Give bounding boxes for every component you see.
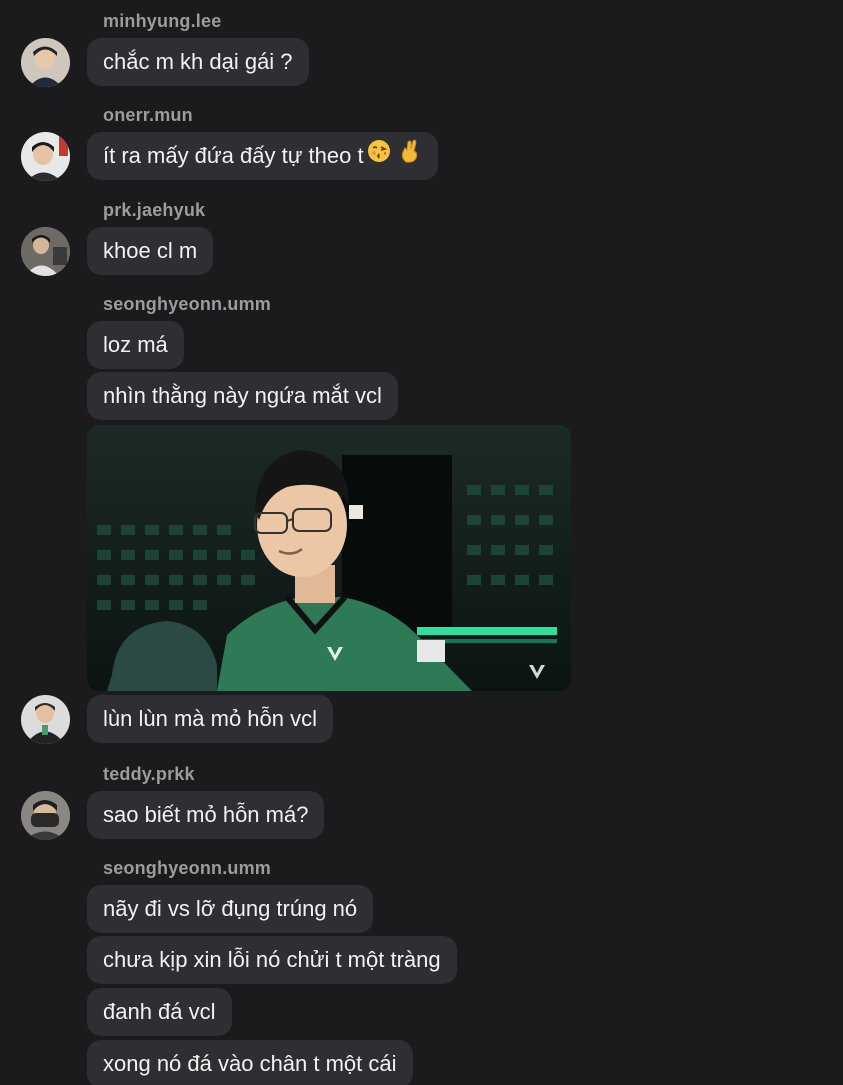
message-text: ít ra mấy đứa đấy tự theo t — [103, 143, 364, 168]
crossed-fingers-icon — [398, 133, 422, 181]
message-text: nãy đi vs lỡ đụng trúng nó — [103, 896, 358, 921]
sender-name[interactable]: minhyung.lee — [103, 10, 221, 32]
avatar-person-icon — [21, 132, 70, 181]
message-bubble[interactable]: chắc m kh dại gái ? — [87, 38, 309, 86]
message-text: loz má — [103, 332, 168, 357]
avatar[interactable] — [21, 38, 70, 87]
avatar[interactable] — [21, 695, 70, 744]
message-text: chắc m kh dại gái ? — [103, 49, 293, 74]
face-blowing-kiss-icon — [366, 133, 392, 181]
avatar-person-icon — [21, 227, 70, 276]
message-bubble[interactable]: xong nó đá vào chân t một cái — [87, 1040, 413, 1085]
sender-name[interactable]: seonghyeonn.umm — [103, 293, 271, 315]
avatar-person-icon — [21, 695, 70, 744]
message-bubble[interactable]: nãy đi vs lỡ đụng trúng nó — [87, 885, 374, 933]
message-text: sao biết mỏ hỗn má? — [103, 802, 309, 827]
message-bubble[interactable]: chưa kịp xin lỗi nó chửi t một tràng — [87, 936, 457, 984]
message-text: xong nó đá vào chân t một cái — [103, 1051, 397, 1076]
message-text: nhìn thằng này ngứa mắt vcl — [103, 383, 382, 408]
message-text: chưa kịp xin lỗi nó chửi t một tràng — [103, 947, 441, 972]
shared-photo[interactable] — [87, 425, 571, 691]
avatar-person-icon — [21, 38, 70, 87]
avatar[interactable] — [21, 791, 70, 840]
sender-name[interactable]: teddy.prkk — [103, 763, 195, 785]
photo-image — [87, 425, 571, 691]
message-bubble[interactable]: nhìn thằng này ngứa mắt vcl — [87, 372, 398, 420]
message-bubble[interactable]: loz má — [87, 321, 184, 369]
message-text: khoe cl m — [103, 238, 198, 263]
message-bubble[interactable]: ít ra mấy đứa đấy tự theo t — [87, 132, 438, 180]
avatar[interactable] — [21, 227, 70, 276]
avatar-person-icon — [21, 791, 70, 840]
sender-name[interactable]: prk.jaehyuk — [103, 199, 205, 221]
message-bubble[interactable]: sao biết mỏ hỗn má? — [87, 791, 325, 839]
sender-name[interactable]: onerr.mun — [103, 104, 193, 126]
message-bubble[interactable]: lùn lùn mà mỏ hỗn vcl — [87, 695, 333, 743]
chat-thread: minhyung.lee chắc m kh dại gái ? onerr.m… — [0, 0, 843, 1085]
message-text: lùn lùn mà mỏ hỗn vcl — [103, 706, 317, 731]
message-bubble[interactable]: khoe cl m — [87, 227, 214, 275]
sender-name[interactable]: seonghyeonn.umm — [103, 857, 271, 879]
message-text: đanh đá vcl — [103, 999, 216, 1024]
avatar[interactable] — [21, 132, 70, 181]
message-bubble[interactable]: đanh đá vcl — [87, 988, 232, 1036]
